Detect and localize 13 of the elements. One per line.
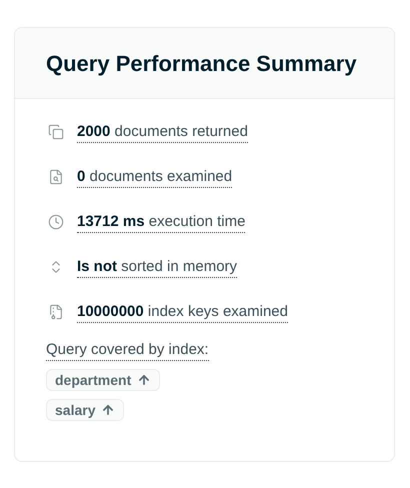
index-key-name: salary [55,400,96,420]
metric-text: 10000000 index keys examined [77,302,288,322]
file-search-icon [48,169,64,185]
metric-text: Is not sorted in memory [77,256,238,278]
metric-text: 0 documents examined [77,166,232,188]
metric-text: 13712 ms execution time [77,212,246,232]
clock-icon [48,214,64,230]
file-icon [48,304,64,320]
documents-icon [48,124,64,140]
card-title: Query Performance Summary [46,50,357,78]
metric-text: 2000 documents returned [77,122,248,142]
index-label: Query covered by index: [46,340,209,361]
index-key-name: department [55,370,132,390]
